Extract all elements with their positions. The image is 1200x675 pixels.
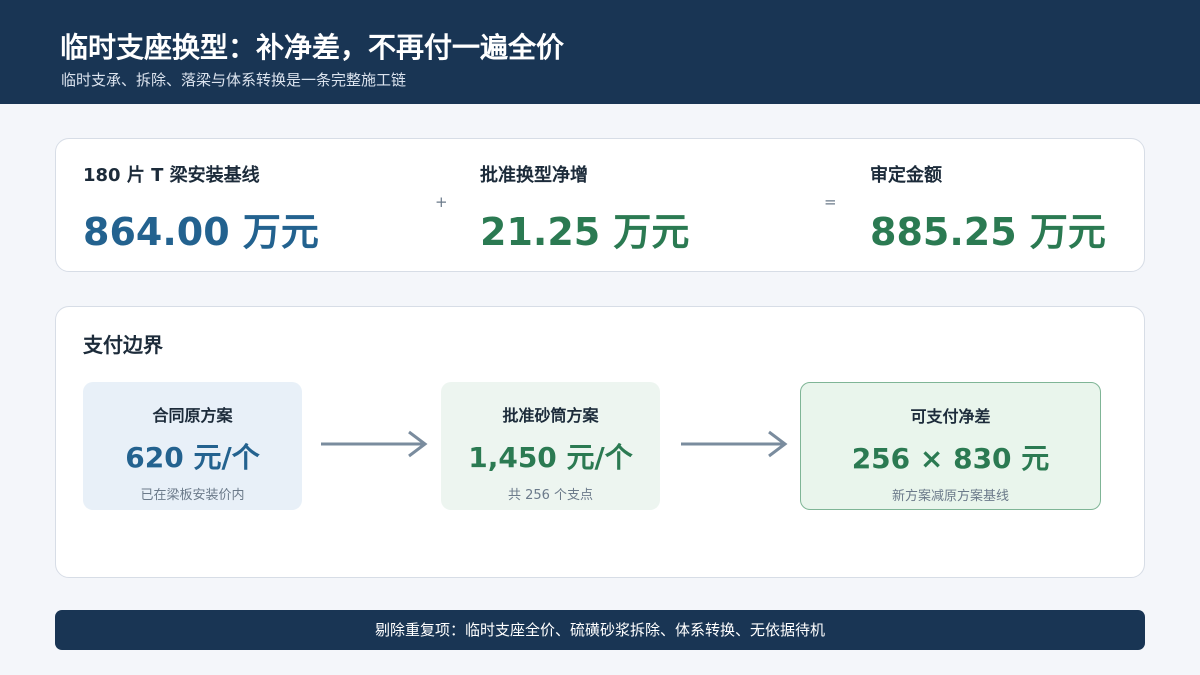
original-plan-box: 合同原方案 620 元/个 已在梁板安装价内 — [83, 382, 302, 510]
approved-plan-value: 1,450 元/个 — [468, 441, 633, 474]
approved-label: 审定金额 — [870, 165, 942, 186]
payable-difference-value: 256 × 830 元 — [851, 442, 1050, 475]
approved-value: 885.25 万元 — [870, 210, 1106, 254]
approved-plan-title: 批准砂筒方案 — [502, 406, 599, 425]
footer-banner: 剔除重复项：临时支座全价、硫磺砂浆拆除、体系转换、无依据待机 — [55, 610, 1145, 650]
header-banner: 临时支座换型：补净差，不再付一遍全价 临时支承、拆除、落梁与体系转换是一条完整施… — [0, 0, 1200, 104]
original-plan-note: 已在梁板安装价内 — [140, 488, 245, 503]
baseline-label: 180 片 T 梁安装基线 — [83, 165, 260, 186]
plus-operator: + — [435, 193, 448, 211]
baseline-value: 864.00 万元 — [83, 210, 319, 254]
equals-operator: = — [824, 193, 837, 211]
increment-metric: 批准换型净增 21.25 万元 — [480, 161, 689, 256]
original-plan-title: 合同原方案 — [152, 406, 233, 425]
payable-difference-title: 可支付净差 — [910, 407, 991, 426]
arrow-right-icon — [681, 430, 788, 458]
approved-metric: 审定金额 885.25 万元 — [870, 161, 1106, 256]
page-subtitle: 临时支承、拆除、落梁与体系转换是一条完整施工链 — [61, 71, 407, 89]
approved-plan-note: 共 256 个支点 — [507, 488, 594, 503]
payable-difference-box: 可支付净差 256 × 830 元 新方案减原方案基线 — [800, 382, 1101, 510]
baseline-metric: 180 片 T 梁安装基线 864.00 万元 — [83, 161, 319, 256]
payment-boundary-card: 支付边界 合同原方案 620 元/个 已在梁板安装价内 批准砂筒方案 1,450… — [55, 306, 1145, 578]
page-title: 临时支座换型：补净差，不再付一遍全价 — [60, 31, 565, 64]
original-plan-value: 620 元/个 — [125, 441, 260, 474]
increment-value: 21.25 万元 — [480, 210, 690, 254]
payable-difference-note: 新方案减原方案基线 — [891, 489, 1009, 504]
summary-card: 180 片 T 梁安装基线 864.00 万元 + 批准换型净增 21.25 万… — [55, 138, 1145, 272]
increment-label: 批准换型净增 — [480, 165, 588, 186]
section-title: 支付边界 — [83, 333, 163, 357]
arrow-right-icon — [321, 430, 428, 458]
approved-plan-box: 批准砂筒方案 1,450 元/个 共 256 个支点 — [441, 382, 660, 510]
